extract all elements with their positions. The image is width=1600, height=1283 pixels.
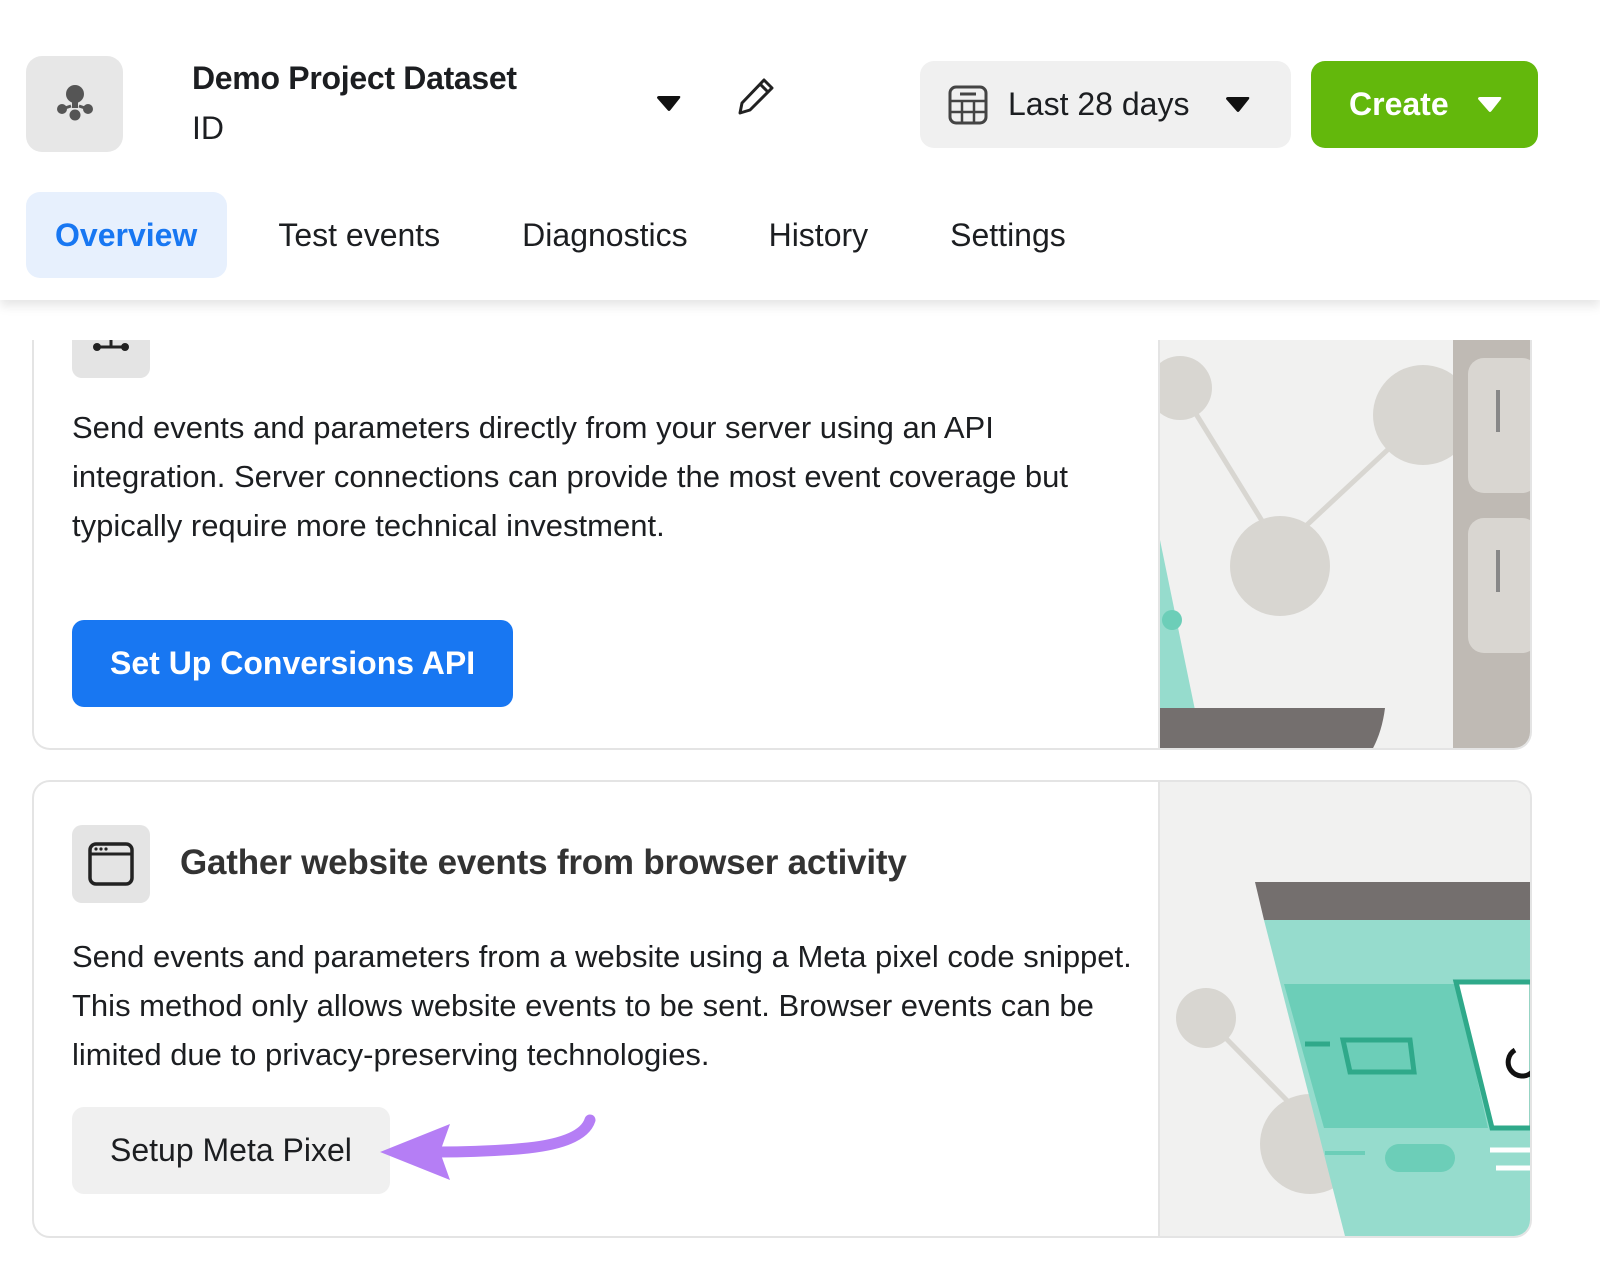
create-button[interactable]: Create xyxy=(1311,61,1538,148)
card-icon-container xyxy=(72,825,150,903)
caret-down-icon xyxy=(657,96,681,111)
dataset-title: Demo Project Dataset xyxy=(192,60,517,96)
create-button-label: Create xyxy=(1349,86,1449,122)
calendar-icon xyxy=(948,85,988,124)
caret-down-icon xyxy=(1226,96,1250,112)
network-illustration-graphic xyxy=(1160,340,1530,748)
dataset-avatar xyxy=(26,56,123,152)
dataset-dropdown-button[interactable] xyxy=(652,90,686,118)
tab-history[interactable]: History xyxy=(769,192,869,278)
edit-dataset-button[interactable] xyxy=(734,74,778,118)
caret-down-icon xyxy=(1477,96,1501,112)
setup-meta-pixel-button[interactable]: Setup Meta Pixel xyxy=(72,1107,390,1194)
tab-test-events[interactable]: Test events xyxy=(278,192,440,278)
date-range-selector[interactable]: Last 28 days xyxy=(920,61,1291,148)
annotation-arrow-icon xyxy=(380,1114,596,1180)
card-title: Send events from a server xyxy=(180,340,613,346)
tab-bar: Overview Test events Diagnostics History… xyxy=(26,192,1066,278)
card-description: Send events and parameters from a websit… xyxy=(72,939,1132,1072)
card-title: Gather website events from browser activ… xyxy=(180,843,907,882)
card-description: Send events and parameters directly from… xyxy=(72,410,1069,543)
tab-diagnostics[interactable]: Diagnostics xyxy=(522,192,687,278)
content-scroll-area[interactable]: Send events from a server Send events an… xyxy=(0,300,1600,1283)
dataset-hierarchy-icon xyxy=(56,85,93,121)
tab-settings[interactable]: Settings xyxy=(950,192,1066,278)
card-icon-container xyxy=(72,340,150,378)
browser-window-icon xyxy=(88,842,134,886)
page-header: Demo Project Dataset ID Last 28 days Cre… xyxy=(0,0,1600,300)
browser-illustration-graphic xyxy=(1160,782,1530,1236)
dataset-id: ID xyxy=(192,110,224,146)
setup-conversions-api-button[interactable]: Set Up Conversions API xyxy=(72,620,514,707)
tab-overview[interactable]: Overview xyxy=(26,192,228,278)
server-network-illustration xyxy=(1158,340,1530,748)
pencil-icon xyxy=(738,78,774,115)
server-connection-icon xyxy=(93,340,129,351)
browser-events-card: Gather website events from browser activ… xyxy=(32,780,1532,1238)
browser-laptop-illustration xyxy=(1158,782,1530,1236)
server-events-card: Send events from a server Send events an… xyxy=(32,340,1532,750)
date-range-label: Last 28 days xyxy=(1008,86,1190,122)
